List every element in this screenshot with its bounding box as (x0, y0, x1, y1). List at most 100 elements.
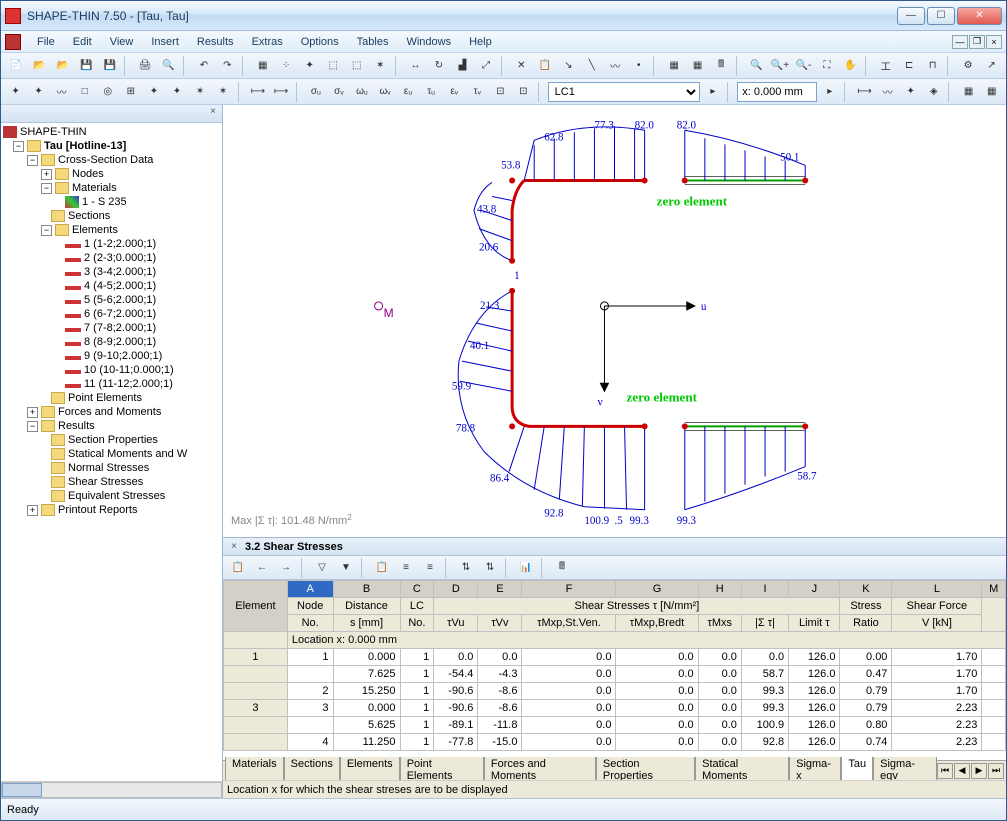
st12-icon[interactable]: ⊡ (513, 81, 534, 103)
axes-icon[interactable]: ✦ (299, 55, 320, 77)
navigator-hscroll[interactable] (1, 781, 222, 798)
tree-result-4[interactable]: Equivalent Stresses (68, 490, 165, 502)
pt-icon[interactable]: • (628, 55, 649, 77)
calc-icon[interactable]: 🖩 (710, 55, 731, 77)
tree-element-10[interactable]: 11 (11-12;2.000;1) (84, 378, 173, 390)
table-row[interactable]: 215.2501-90.6-8.60.00.00.099.3126.00.791… (224, 683, 1006, 700)
mirror-icon[interactable]: ▟ (452, 55, 473, 77)
del-icon[interactable]: ✕ (511, 55, 532, 77)
curve-icon[interactable]: 〰 (605, 55, 626, 77)
maximize-button[interactable]: ☐ (927, 7, 955, 25)
table-row[interactable]: 5.6251-89.1-11.80.00.00.0100.9126.00.802… (224, 717, 1006, 734)
tree-element-1[interactable]: 2 (2-3;0.000;1) (84, 252, 156, 264)
tree-element-6[interactable]: 7 (7-8;2.000;1) (84, 322, 156, 334)
st4-icon[interactable]: σᵥ (328, 81, 349, 103)
tb-nav1-icon[interactable]: 📋 (227, 557, 249, 579)
table2-icon[interactable]: ▦ (687, 55, 708, 77)
settings-icon[interactable]: ⚙ (957, 55, 978, 77)
scale-icon[interactable]: ⤢ (475, 55, 496, 77)
tree-element-5[interactable]: 6 (6-7;2.000;1) (84, 308, 156, 320)
tool-c-icon[interactable]: ⊓ (922, 55, 943, 77)
rotate-icon[interactable]: ↻ (428, 55, 449, 77)
sv7-icon[interactable]: ✦ (143, 81, 164, 103)
st5-icon[interactable]: ωᵤ (351, 81, 372, 103)
find-icon[interactable]: 🔍 (746, 55, 767, 77)
table1-icon[interactable]: ▦ (663, 55, 684, 77)
table-row[interactable]: 411.2501-77.8-15.00.00.00.092.8126.00.74… (224, 734, 1006, 751)
open2-icon[interactable]: 📂 (52, 55, 73, 77)
tree-materials[interactable]: Materials (72, 182, 117, 194)
tb-filter2-icon[interactable]: ▼ (335, 557, 357, 579)
sv5-icon[interactable]: ◎ (97, 81, 118, 103)
rs5-icon[interactable]: ▦ (958, 81, 979, 103)
sv9-icon[interactable]: ✶ (190, 81, 211, 103)
move-icon[interactable]: ↔ (405, 55, 426, 77)
menu-tables[interactable]: Tables (349, 34, 397, 50)
mdi-close[interactable]: × (986, 35, 1002, 49)
tb-calc-icon[interactable]: 🖩 (551, 557, 573, 579)
tree-result-3[interactable]: Shear Stresses (68, 476, 143, 488)
tb-filter1-icon[interactable]: ▽ (311, 557, 333, 579)
tab-first-icon[interactable]: ⏮ (937, 763, 953, 779)
navigator-close-icon[interactable]: × (206, 105, 220, 119)
copy-icon[interactable]: 📋 (534, 55, 555, 77)
table-row[interactable]: 7.6251-54.4-4.30.00.00.058.7126.00.471.7… (224, 666, 1006, 683)
menu-results[interactable]: Results (189, 34, 242, 50)
navigator-tree[interactable]: SHAPE-THIN −Tau [Hotline-13] −Cross-Sect… (1, 123, 222, 781)
table-row[interactable]: 330.0001-90.6-8.60.00.00.099.3126.00.792… (224, 700, 1006, 717)
dots-icon[interactable]: ⁘ (275, 55, 296, 77)
tab-next-icon[interactable]: ▶ (971, 763, 987, 779)
close-button[interactable]: ✕ (957, 7, 1002, 25)
rs1-icon[interactable]: ⟼ (854, 81, 875, 103)
new-icon[interactable]: 📄 (5, 55, 26, 77)
tree-elements[interactable]: Elements (72, 224, 118, 236)
snap1-icon[interactable]: ⬚ (322, 55, 343, 77)
tb-next-icon[interactable]: → (275, 557, 297, 579)
sv3-icon[interactable]: 〰 (51, 81, 72, 103)
tb-copy-icon[interactable]: 📋 (371, 557, 393, 579)
sv6-icon[interactable]: ⊞ (120, 81, 141, 103)
mdi-restore[interactable]: ❐ (969, 35, 985, 49)
menu-help[interactable]: Help (461, 34, 500, 50)
print-icon[interactable]: 🖨 (134, 55, 155, 77)
tree-element-4[interactable]: 5 (5-6;2.000;1) (84, 294, 156, 306)
sv8-icon[interactable]: ✦ (166, 81, 187, 103)
tb-sort2-icon[interactable]: ⇅ (479, 557, 501, 579)
menu-edit[interactable]: Edit (65, 34, 100, 50)
rs6-icon[interactable]: ▦ (981, 81, 1002, 103)
tree-results[interactable]: Results (58, 420, 95, 432)
x-location-input[interactable] (737, 82, 817, 102)
preview-icon[interactable]: 🔍 (158, 55, 179, 77)
st6-icon[interactable]: ωᵥ (374, 81, 395, 103)
tool-b-icon[interactable]: ⊏ (898, 55, 919, 77)
zoomin-icon[interactable]: 🔍+ (769, 55, 790, 77)
rs3-icon[interactable]: ✦ (900, 81, 921, 103)
graphics-canvas[interactable]: u v M zero element zero element 82.0 77.… (223, 105, 1006, 538)
zoomout-icon[interactable]: 🔍- (793, 55, 814, 77)
undo-icon[interactable]: ↶ (193, 55, 214, 77)
titlebar[interactable]: SHAPE-THIN 7.50 - [Tau, Tau] — ☐ ✕ (1, 1, 1006, 31)
tb-edit2-icon[interactable]: ≡ (419, 557, 441, 579)
tree-material-1[interactable]: 1 - S 235 (82, 196, 127, 208)
x-go-icon[interactable]: ▸ (819, 81, 840, 103)
tree-element-9[interactable]: 10 (10-11;0.000;1) (84, 364, 174, 376)
tree-result-1[interactable]: Statical Moments and W (68, 448, 187, 460)
st7-icon[interactable]: εᵤ (398, 81, 419, 103)
table-row[interactable]: 110.00010.00.00.00.00.00.0126.00.001.70 (224, 649, 1006, 666)
st3-icon[interactable]: σᵤ (305, 81, 326, 103)
tree-nodes[interactable]: Nodes (72, 168, 104, 180)
sv1-icon[interactable]: ✦ (5, 81, 26, 103)
tree-root[interactable]: SHAPE-THIN (20, 126, 87, 138)
tree-element-7[interactable]: 8 (8-9;2.000;1) (84, 336, 156, 348)
tree-element-8[interactable]: 9 (9-10;2.000;1) (84, 350, 162, 362)
menu-options[interactable]: Options (293, 34, 347, 50)
tree-forces[interactable]: Forces and Moments (58, 406, 161, 418)
menu-file[interactable]: File (29, 34, 63, 50)
zoomfit-icon[interactable]: ⛶ (816, 55, 837, 77)
rs2-icon[interactable]: 〰 (877, 81, 898, 103)
snap3-icon[interactable]: ✶ (369, 55, 390, 77)
sv10-icon[interactable]: ✶ (213, 81, 234, 103)
st9-icon[interactable]: εᵥ (444, 81, 465, 103)
loadcase-select[interactable]: LC1 (548, 82, 701, 102)
minimize-button[interactable]: — (897, 7, 925, 25)
